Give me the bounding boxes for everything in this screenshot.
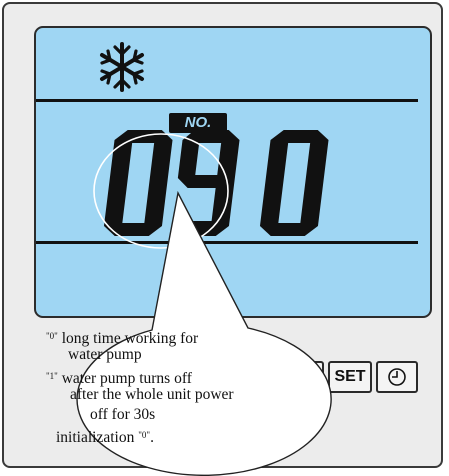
callout-line-5: off for 30s <box>90 406 156 423</box>
callout-line-4: after the whole unit power <box>70 386 234 403</box>
callout-line-6-text: initialization <box>56 429 139 446</box>
quote-1: "1" <box>46 371 58 381</box>
callout-bubble <box>76 133 332 476</box>
callout-line-3: "1" water pump turns off <box>46 367 192 388</box>
callout-line-6: initialization "0". <box>56 426 154 447</box>
highlight-circle <box>93 133 229 249</box>
callout-line-2: water pump <box>68 346 142 363</box>
callout-line-1: "0" long time working for <box>46 327 198 348</box>
quote-0-a: "0" <box>46 331 58 341</box>
callout-line-3-text: water pump turns off <box>57 370 192 387</box>
callout-line-6-end: . <box>150 429 154 446</box>
callout-line-1-text: long time working for <box>57 330 199 347</box>
quote-0-b: "0" <box>138 430 151 440</box>
